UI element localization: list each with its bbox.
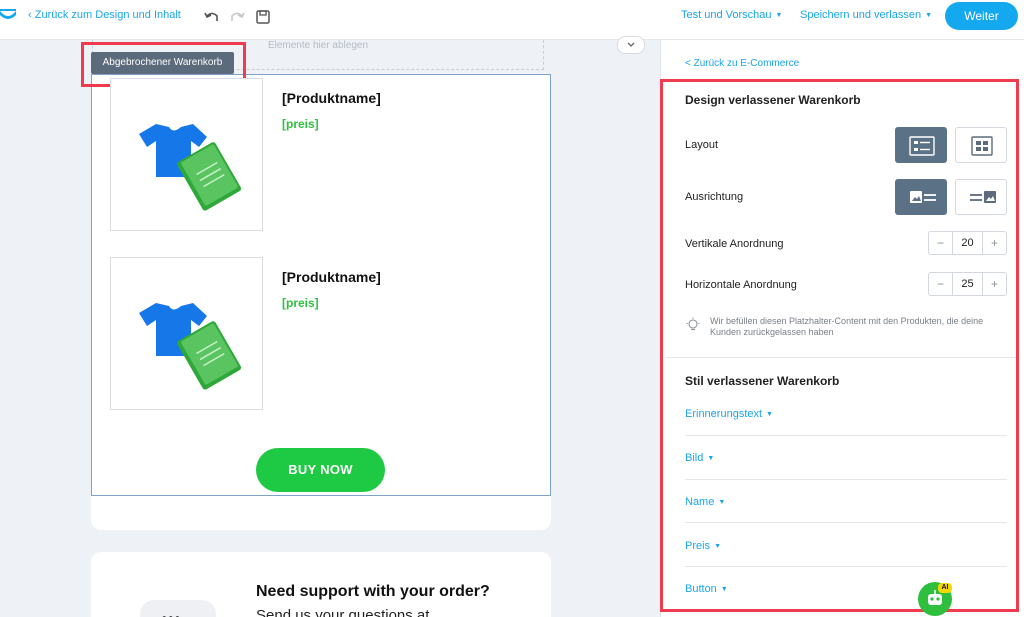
top-bar: ‹ Zurück zum Design und Inhalt Test und … (0, 0, 1024, 40)
increment-button[interactable]: + (982, 273, 1006, 295)
product-name[interactable]: [Produktname] (282, 269, 381, 285)
button-accordion[interactable]: Button ▼ (685, 583, 728, 595)
image-right-icon (970, 191, 996, 203)
image-accordion[interactable]: Bild ▼ (685, 452, 714, 464)
support-subtitle: Send us your questions at (256, 607, 430, 617)
align-image-right-option[interactable] (955, 179, 1007, 215)
accordion-divider (685, 566, 1007, 567)
increment-button[interactable]: + (982, 232, 1006, 254)
product-price[interactable]: [preis] (282, 296, 319, 310)
accordion-divider (685, 479, 1007, 480)
buy-now-button[interactable]: BUY NOW (256, 448, 385, 492)
collapse-button[interactable] (617, 36, 645, 54)
brand-logo-icon[interactable] (0, 9, 16, 21)
vertical-spacing-label: Vertikale Anordnung (685, 238, 784, 250)
save-icon[interactable] (254, 8, 272, 26)
next-button[interactable]: Weiter (945, 2, 1018, 30)
layout-grid-option[interactable] (955, 127, 1007, 163)
caret-down-icon: ▼ (720, 586, 728, 593)
accordion-label: Erinnerungstext (685, 408, 763, 420)
back-to-ecommerce-link[interactable]: < Zurück zu E-Commerce (685, 58, 799, 69)
typing-dots-icon: ••• (162, 610, 182, 617)
accordion-label: Button (685, 583, 717, 595)
price-accordion[interactable]: Preis ▼ (685, 540, 721, 552)
save-exit-label: Speichern und verlassen (800, 9, 922, 21)
chevron-down-icon (627, 42, 635, 47)
style-section-title: Stil verlassener Warenkorb (685, 374, 840, 388)
product-placeholder-icon (139, 303, 242, 390)
redo-icon[interactable] (228, 8, 246, 26)
chevron-left-icon: ‹ (28, 9, 35, 21)
accordion-divider (685, 435, 1007, 436)
horizontal-spacing-stepper: − 25 + (928, 272, 1007, 296)
decrement-button[interactable]: − (929, 273, 953, 295)
caret-down-icon: ▼ (714, 543, 721, 550)
name-accordion[interactable]: Name ▼ (685, 496, 725, 508)
ai-badge: AI (938, 583, 952, 593)
decrement-button[interactable]: − (929, 232, 953, 254)
layout-list-option[interactable] (895, 127, 947, 163)
caret-down-icon: ▼ (925, 12, 933, 19)
accordion-label: Name (685, 496, 715, 508)
vertical-spacing-value[interactable]: 20 (953, 232, 982, 254)
horizontal-spacing-label: Horizontale Anordnung (685, 279, 797, 291)
block-tag[interactable]: Abgebrochener Warenkorb (91, 52, 234, 74)
support-title: Need support with your order? (256, 583, 490, 600)
accordion-label: Preis (685, 540, 711, 552)
horizontal-spacing-value[interactable]: 25 (953, 273, 982, 295)
caret-down-icon: ▼ (766, 411, 773, 418)
product-image[interactable] (110, 257, 263, 410)
back-to-design-label: Zurück zum Design und Inhalt (34, 9, 181, 21)
section-divider (666, 357, 1016, 358)
product-placeholder-icon (139, 124, 242, 211)
undo-icon[interactable] (203, 8, 221, 26)
align-image-left-option[interactable] (895, 179, 947, 215)
test-preview-label: Test und Vorschau (681, 9, 772, 21)
alignment-label: Ausrichtung (685, 191, 744, 203)
reminder-text-accordion[interactable]: Erinnerungstext ▼ (685, 408, 773, 420)
save-exit-dropdown[interactable]: Speichern und verlassen ▼ (800, 9, 932, 21)
vertical-spacing-stepper: − 20 + (928, 231, 1007, 255)
list-layout-icon (909, 136, 935, 156)
image-left-icon (910, 191, 936, 203)
product-price[interactable]: [preis] (282, 117, 319, 131)
design-section-title: Design verlassener Warenkorb (685, 93, 861, 107)
lightbulb-icon (686, 317, 700, 331)
layout-label: Layout (685, 139, 719, 151)
product-image[interactable] (110, 78, 263, 231)
back-to-design-link[interactable]: ‹ Zurück zum Design und Inhalt (28, 9, 181, 21)
caret-down-icon: ▼ (718, 499, 726, 506)
caret-down-icon: ▼ (775, 12, 783, 19)
caret-down-icon: ▼ (707, 455, 715, 462)
product-name[interactable]: [Produktname] (282, 90, 381, 106)
test-preview-dropdown[interactable]: Test und Vorschau ▼ (681, 9, 782, 21)
placeholder-hint: Wir befüllen diesen Platzhalter-Content … (710, 316, 984, 337)
accordion-label: Bild (685, 452, 704, 464)
grid-layout-icon (971, 136, 993, 156)
accordion-divider (685, 522, 1007, 523)
